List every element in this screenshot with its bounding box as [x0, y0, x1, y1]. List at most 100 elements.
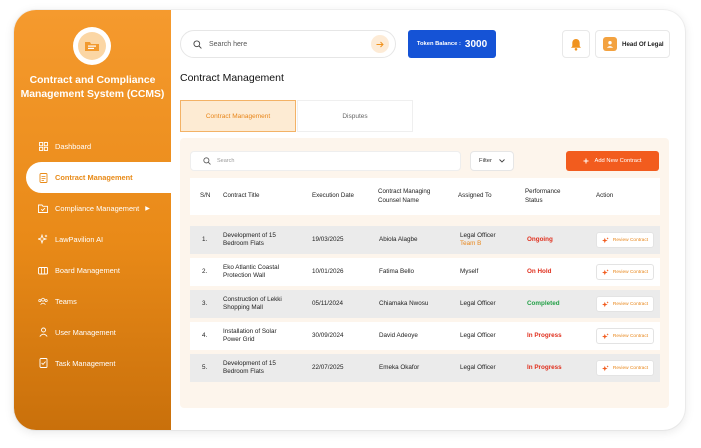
review-contract-button[interactable]: Review Contract: [596, 328, 654, 344]
sparkle-icon: [601, 332, 609, 339]
sidebar-item-dashboard[interactable]: Dashboard: [26, 131, 171, 161]
sidebar-item-label: Contract Management: [55, 173, 133, 182]
sparkle-icon: [601, 236, 609, 243]
row-assigned-to: Legal Officer Team B: [460, 226, 496, 254]
sidebar-item-lawpavilion-ai[interactable]: LawPavilion AI: [26, 224, 171, 254]
table-row: 3. Construction of Lekki Shopping Mall 0…: [190, 290, 660, 318]
contract-folder-icon: [85, 42, 99, 51]
review-contract-button[interactable]: Review Contract: [596, 360, 654, 376]
token-balance-label: Token Balance :: [416, 41, 461, 47]
row-contract-title: Construction of Lekki Shopping Mall: [223, 296, 282, 311]
user-role: Head Of Legal: [622, 40, 664, 48]
row-assigned-to: Legal Officer: [460, 300, 496, 307]
sparkle-icon: [601, 364, 609, 371]
board-icon: [38, 265, 48, 275]
row-sn: 5.: [202, 364, 208, 371]
chevron-down-icon: [499, 159, 505, 163]
column-header-execution-date: Execution Date: [312, 192, 354, 200]
arrow-right-icon: [376, 41, 384, 47]
column-header-sn: S/N: [200, 192, 211, 200]
document-icon: [38, 172, 48, 183]
row-performance-status: Completed: [527, 300, 560, 307]
token-balance: Token Balance : 3000: [408, 30, 496, 58]
sidebar-item-teams[interactable]: Teams: [26, 286, 171, 316]
row-counsel-name: Fatima Bello: [379, 268, 414, 275]
tab-contract-management[interactable]: Contract Management: [180, 100, 296, 132]
review-contract-label: Review Contract: [612, 301, 649, 307]
sidebar-item-user-management[interactable]: User Management: [26, 317, 171, 347]
notifications-button[interactable]: [562, 30, 590, 58]
review-contract-label: Review Contract: [612, 237, 649, 243]
row-counsel-name: David Adeoye: [379, 332, 418, 339]
review-contract-label: Review Contract: [612, 269, 649, 275]
assigned-to-team: Team B: [460, 240, 482, 247]
row-sn: 2.: [202, 268, 208, 275]
row-execution-date: 30/09/2024: [312, 332, 344, 339]
row-sn: 3.: [202, 300, 208, 307]
task-icon: [38, 358, 48, 368]
column-header-contract-title: Contract Title: [223, 192, 260, 200]
plus-icon: [583, 158, 589, 164]
row-execution-date: 19/03/2025: [312, 236, 344, 243]
sidebar-item-label: Compliance Management: [55, 203, 140, 213]
users-icon: [38, 296, 48, 306]
sidebar-item-label: Task Management: [55, 358, 116, 368]
row-performance-status: On Hold: [527, 268, 552, 275]
user-icon: [38, 327, 48, 337]
search-icon: [193, 39, 202, 49]
contracts-panel: Search Filter Add New Contract S/N Contr…: [180, 138, 669, 408]
row-execution-date: 10/01/2026: [312, 268, 344, 275]
add-new-contract-label: Add New Contract: [594, 158, 642, 164]
row-assigned-to: Legal Officer: [460, 364, 496, 371]
sparkle-icon: [38, 234, 48, 244]
table-header: S/N Contract Title Execution Date Contra…: [190, 178, 660, 215]
table-row: 2. Eko Atlantic Coastal Protection Wall …: [190, 258, 660, 286]
row-execution-date: 22/07/2025: [312, 364, 344, 371]
token-balance-value: 3000: [464, 38, 488, 50]
app-window: Contract and Compliance Management Syste…: [14, 10, 685, 430]
filter-dropdown[interactable]: Filter: [470, 151, 514, 171]
sidebar-item-label: User Management: [55, 327, 116, 337]
row-counsel-name: Chiamaka Nwosu: [379, 300, 429, 307]
sidebar-item-label: LawPavilion AI: [55, 234, 104, 244]
sidebar-item-compliance-management[interactable]: Compliance Management ▶: [26, 193, 171, 223]
search-icon: [203, 157, 211, 165]
search-placeholder: Search here: [209, 40, 248, 48]
add-new-contract-button[interactable]: Add New Contract: [566, 151, 659, 171]
contract-search-input[interactable]: Search: [190, 151, 461, 171]
row-contract-title: Installation of Solar Power Grid: [223, 328, 277, 343]
column-header-action: Action: [596, 192, 614, 200]
column-header-performance-status: Performance Status: [525, 188, 561, 204]
tab-disputes[interactable]: Disputes: [297, 100, 413, 132]
row-contract-title: Eko Atlantic Coastal Protection Wall: [223, 264, 280, 279]
row-counsel-name: Abiola Alagbe: [379, 236, 418, 243]
review-contract-button[interactable]: Review Contract: [596, 232, 654, 248]
search-submit-button[interactable]: [371, 35, 389, 53]
review-contract-label: Review Contract: [612, 333, 649, 339]
row-sn: 4.: [202, 332, 208, 339]
review-contract-label: Review Contract: [612, 365, 649, 371]
review-contract-button[interactable]: Review Contract: [596, 296, 654, 312]
user-profile-button[interactable]: Head Of Legal: [595, 30, 670, 58]
bell-icon: [571, 38, 581, 51]
sidebar-item-task-management[interactable]: Task Management: [26, 348, 171, 378]
global-search-input[interactable]: Search here: [180, 30, 396, 58]
sidebar-item-board-management[interactable]: Board Management: [26, 255, 171, 285]
grid-icon: [38, 141, 48, 151]
sidebar-item-label: Teams: [55, 296, 77, 306]
avatar: [603, 37, 617, 51]
sidebar-item-contract-management[interactable]: Contract Management: [26, 162, 171, 193]
caret-right-icon: ▶: [145, 205, 150, 212]
assigned-to-value: Legal Officer: [460, 232, 496, 239]
column-header-assigned-to: Assigned To: [458, 192, 492, 200]
page-title: Contract Management: [180, 72, 284, 84]
row-counsel-name: Emeka Okafor: [379, 364, 420, 371]
sparkle-icon: [601, 268, 609, 275]
folder-check-icon: [38, 203, 48, 213]
row-contract-title: Development of 15 Bedroom Flats: [223, 360, 276, 375]
row-assigned-to: Legal Officer: [460, 332, 496, 339]
table-row: 5. Development of 15 Bedroom Flats 22/07…: [190, 354, 660, 382]
row-performance-status: In Progress: [527, 332, 562, 339]
app-logo: [73, 27, 111, 65]
review-contract-button[interactable]: Review Contract: [596, 264, 654, 280]
